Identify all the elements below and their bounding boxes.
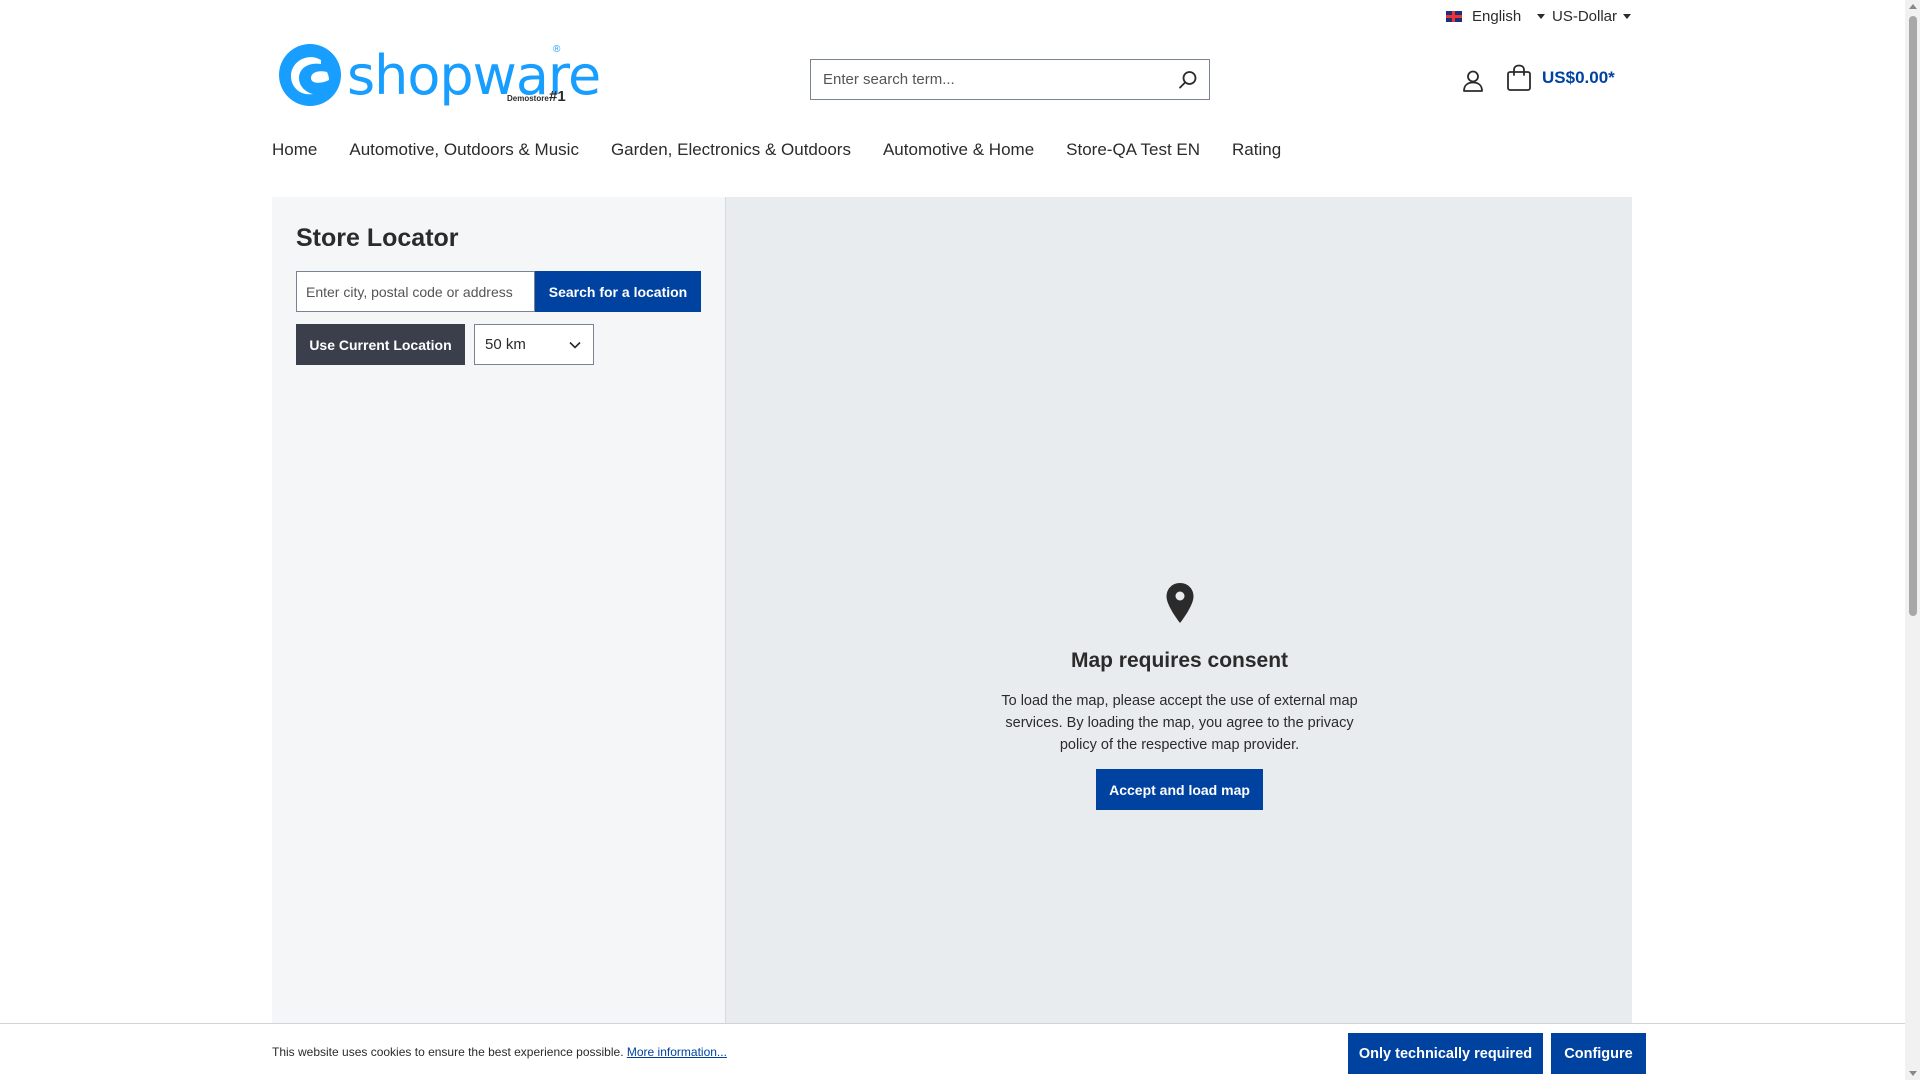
shopware-logo-icon [279,44,341,106]
vertical-scrollbar[interactable] [1905,0,1920,1080]
consent-text: To load the map, please accept the use o… [1001,693,1358,753]
currency-selector[interactable]: US-Dollar [1552,8,1632,25]
consent-title: Map requires consent [1070,649,1289,672]
language-label: English [1472,8,1522,25]
logo-subtitle: Demostore [507,94,549,103]
configure-cookies-button[interactable]: Configure [1551,1033,1646,1074]
store-locator-panel: Store Locator Search for a location Use … [272,197,725,1025]
radius-value: 50 km [485,336,526,353]
shop-logo[interactable]: shopware ® Demostore #1 [277,42,601,108]
map-consent: Map requires consent To load the map, pl… [726,582,1633,810]
nav-item-automotive-home[interactable]: Automotive & Home [883,140,1034,160]
scroll-down-icon[interactable] [1909,1071,1917,1076]
nav-item-garden-electronics-outdoors[interactable]: Garden, Electronics & Outdoors [611,140,851,160]
currency-label: US-Dollar [1552,8,1618,25]
uk-flag-icon [1446,11,1462,22]
cookie-more-info-link[interactable]: More information... [627,1045,727,1059]
cookie-bar: This website uses cookies to ensure the … [0,1023,1905,1080]
scroll-up-icon[interactable] [1909,4,1917,9]
search-box [810,59,1210,100]
radius-select[interactable]: 50 km [474,324,594,365]
search-location-button[interactable]: Search for a location [535,271,701,312]
nav-item-home[interactable]: Home [272,140,317,160]
logo-badge: #1 [549,88,566,105]
use-current-location-button[interactable]: Use Current Location [296,324,465,365]
chevron-down-icon [1537,14,1546,19]
map-pin-icon [1166,583,1193,623]
cart-button[interactable]: US$0.00* [1506,64,1615,92]
header: shopware ® Demostore #1 US$0.00* [0,34,1920,144]
top-bar: English US-Dollar [0,0,1920,34]
accept-load-map-button[interactable]: Accept and load map [1096,769,1263,810]
location-search-input[interactable] [296,271,535,312]
map-area: Map requires consent To load the map, pl… [725,197,1632,1025]
cart-total: US$0.00* [1542,68,1615,87]
only-technically-required-button[interactable]: Only technically required [1348,1033,1543,1074]
scroll-thumb[interactable] [1909,16,1917,616]
search-icon [1179,70,1197,89]
chevron-down-icon [569,341,581,349]
search-button[interactable] [1167,60,1209,99]
language-selector[interactable]: English [1446,8,1546,25]
cookie-text: This website uses cookies to ensure the … [272,1045,727,1059]
page-title: Store Locator [296,224,459,252]
cookie-message: This website uses cookies to ensure the … [272,1045,624,1059]
user-icon [1463,70,1483,92]
nav-item-rating[interactable]: Rating [1232,140,1281,160]
search-input[interactable] [811,60,1167,99]
logo-registered-mark: ® [553,44,561,55]
account-button[interactable] [1460,68,1486,94]
nav-item-automotive-outdoors-music[interactable]: Automotive, Outdoors & Music [349,140,579,160]
main-navigation: Home Automotive, Outdoors & Music Garden… [272,140,1281,160]
nav-item-store-qa-test[interactable]: Store-QA Test EN [1066,140,1200,160]
chevron-down-icon [1623,14,1632,19]
shopping-bag-icon [1507,64,1531,91]
